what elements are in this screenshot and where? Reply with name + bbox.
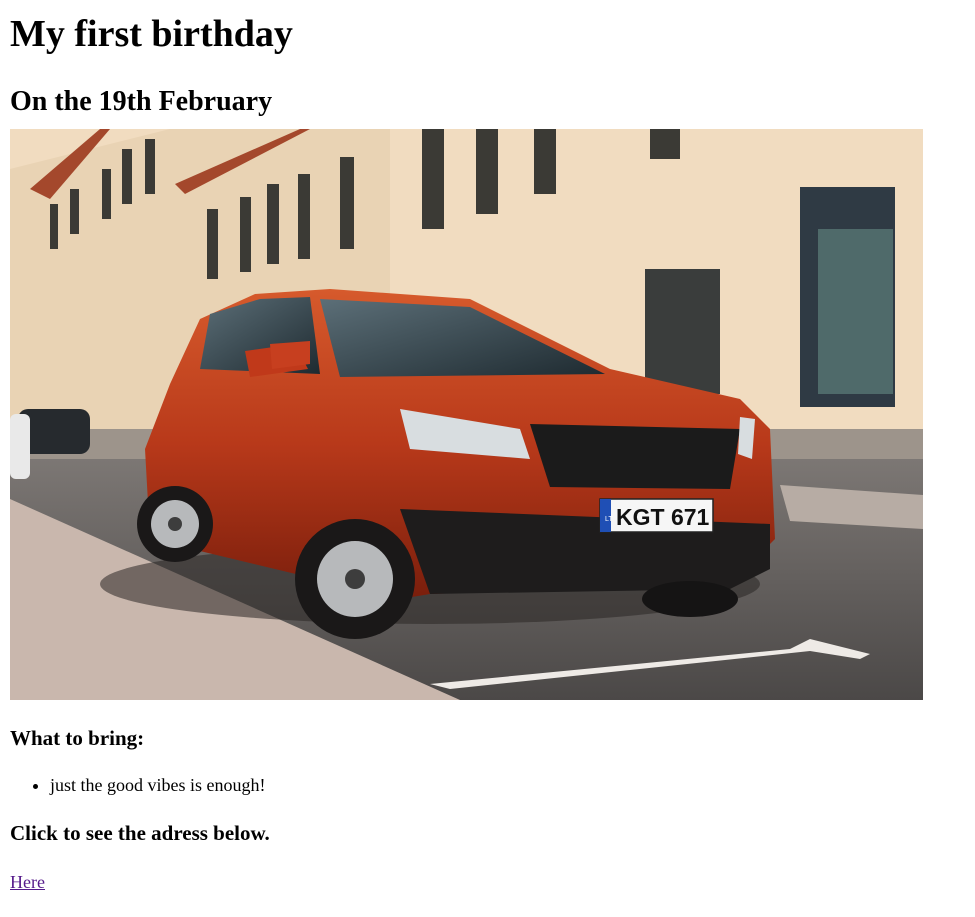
page-subtitle: On the 19th February [10,86,273,117]
click-heading: Click to see the adress below. [10,821,270,845]
bring-list: just the good vibes is enough! [10,774,965,796]
plate-country: LT [605,516,613,523]
page-title: My first birthday [10,13,293,55]
plate-number: KGT 671 [616,504,710,530]
bring-heading: What to bring: [10,726,145,750]
car-photo: LT KGT 671 [10,129,923,700]
bring-list-item: just the good vibes is enough! [50,774,965,796]
grille [530,424,740,489]
gate [645,269,720,394]
page-content: My first birthday On the 19th February L… [0,0,975,893]
address-link[interactable]: Here [10,871,45,893]
